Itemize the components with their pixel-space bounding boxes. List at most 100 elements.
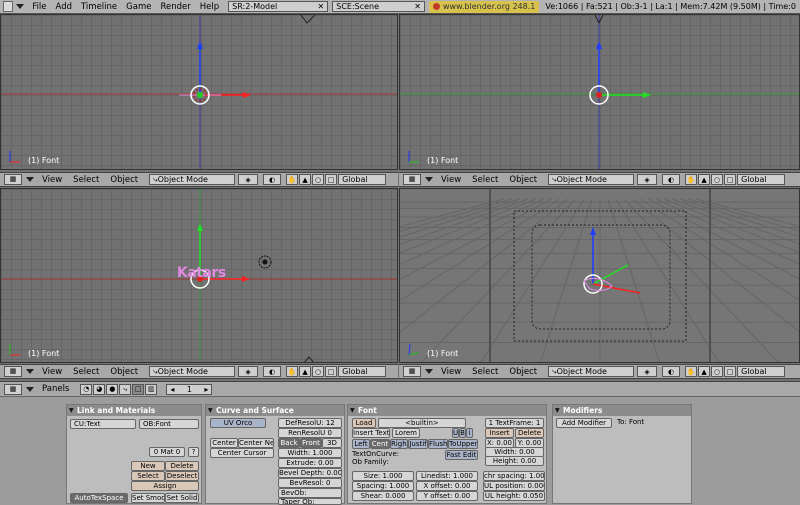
window-type-icon[interactable]: ▦ bbox=[403, 174, 421, 185]
frame-height-field[interactable]: Height: 0.00 bbox=[485, 456, 544, 466]
collapse-menu-icon[interactable] bbox=[26, 369, 34, 374]
draw-type-icon[interactable]: ◈ bbox=[238, 174, 259, 185]
select-material-button[interactable]: Select bbox=[131, 471, 165, 481]
collapse-menu-icon[interactable] bbox=[425, 177, 433, 182]
mode-select[interactable]: ⤷ Object Mode bbox=[548, 366, 635, 377]
textframe-field[interactable]: 1 TextFrame: 1 bbox=[485, 418, 544, 428]
uv-orco-toggle[interactable]: UV Orco bbox=[210, 418, 266, 428]
insert-text-button[interactable]: Insert Text bbox=[352, 428, 390, 438]
material-help-button[interactable]: ? bbox=[188, 447, 199, 457]
object-name-field[interactable]: OB:Font bbox=[139, 419, 199, 429]
window-type-icon[interactable]: ▦ bbox=[4, 366, 22, 377]
translate-icon[interactable]: ▲ bbox=[299, 366, 312, 377]
align-justify-button[interactable]: Justif bbox=[408, 439, 428, 449]
delete-material-button[interactable]: Delete bbox=[165, 461, 199, 471]
menu-object[interactable]: Object bbox=[110, 367, 138, 377]
align-right-button[interactable]: Right bbox=[390, 439, 408, 449]
rotate-icon[interactable]: ○ bbox=[312, 366, 325, 377]
mode-select[interactable]: ⤷ Object Mode bbox=[548, 174, 635, 185]
hand-icon[interactable]: ✋ bbox=[685, 174, 698, 185]
bevresol-field[interactable]: BevResol: 0 bbox=[278, 478, 342, 488]
rotate-icon[interactable]: ○ bbox=[312, 174, 325, 185]
menu-view[interactable]: View bbox=[42, 367, 62, 377]
shear-field[interactable]: Shear: 0.000 bbox=[352, 491, 414, 501]
underline-toggle[interactable]: U bbox=[452, 428, 459, 438]
editing-context-icon[interactable]: □ bbox=[132, 383, 145, 395]
viewport-top-right[interactable]: (1) Font bbox=[399, 14, 800, 170]
viewport-top-left[interactable]: (1) Font bbox=[0, 14, 398, 170]
window-type-icon[interactable] bbox=[3, 1, 14, 12]
viewport-bottom-left[interactable]: Katars (1) Font bbox=[0, 188, 398, 363]
bold-toggle[interactable]: B bbox=[459, 428, 466, 438]
panels-label[interactable]: Panels bbox=[42, 384, 69, 394]
orientation-select[interactable]: Global bbox=[737, 366, 786, 377]
menu-help[interactable]: Help bbox=[200, 2, 219, 12]
taperob-field[interactable]: Taper Ob: bbox=[278, 498, 342, 505]
shading-context-icon[interactable]: ● bbox=[106, 383, 119, 395]
delete-frame-button[interactable]: Delete bbox=[515, 428, 544, 438]
translate-icon[interactable]: ▲ bbox=[299, 174, 312, 185]
to-upper-button[interactable]: ToUpper bbox=[448, 439, 478, 449]
curve-datablock-field[interactable]: CU:Text bbox=[70, 419, 136, 429]
orientation-select[interactable]: Global bbox=[737, 174, 786, 185]
menu-object[interactable]: Object bbox=[110, 175, 138, 185]
orientation-select[interactable]: Global bbox=[338, 174, 387, 185]
menu-select[interactable]: Select bbox=[73, 367, 99, 377]
font-select[interactable]: <builtin> bbox=[378, 418, 466, 428]
assign-material-button[interactable]: Assign bbox=[131, 481, 199, 491]
draw-type-icon[interactable]: ◈ bbox=[637, 366, 658, 377]
panel-title[interactable]: Link and Materials bbox=[67, 405, 201, 416]
set-smooth-button[interactable]: Set Smoo bbox=[131, 493, 165, 503]
menu-view[interactable]: View bbox=[441, 367, 461, 377]
align-left-button[interactable]: Left bbox=[352, 439, 370, 449]
scale-icon[interactable]: □ bbox=[724, 174, 737, 185]
menu-select[interactable]: Select bbox=[73, 175, 99, 185]
align-center-button[interactable]: Cent bbox=[370, 439, 390, 449]
screen-selector[interactable]: SR:2-Model ✕ bbox=[228, 1, 329, 12]
fast-edit-toggle[interactable]: Fast Edit bbox=[445, 450, 478, 460]
material-index-field[interactable]: 0 Mat 0 bbox=[149, 447, 185, 457]
pivot-icon[interactable]: ◐ bbox=[662, 174, 681, 185]
orientation-select[interactable]: Global bbox=[338, 366, 387, 377]
size-field[interactable]: Size: 1.000 bbox=[352, 471, 414, 481]
y-offset-field[interactable]: Y offset: 0.00 bbox=[416, 491, 478, 501]
ob-family-field[interactable]: Ob Family: bbox=[352, 458, 412, 468]
menu-view[interactable]: View bbox=[441, 175, 461, 185]
scene-context-icon[interactable]: ▥ bbox=[145, 383, 158, 395]
load-font-button[interactable]: Load bbox=[352, 418, 376, 428]
linedist-field[interactable]: Linedist: 1.000 bbox=[416, 471, 478, 481]
rotate-icon[interactable]: ○ bbox=[711, 174, 724, 185]
hand-icon[interactable]: ✋ bbox=[286, 174, 299, 185]
panel-title[interactable]: Font bbox=[348, 405, 546, 416]
add-modifier-button[interactable]: Add Modifier bbox=[556, 418, 612, 428]
back-toggle[interactable]: Back bbox=[278, 438, 300, 448]
menu-select[interactable]: Select bbox=[472, 367, 498, 377]
italic-toggle[interactable]: i bbox=[466, 428, 473, 438]
draw-type-icon[interactable]: ◈ bbox=[637, 174, 658, 185]
script-context-icon[interactable]: ◕ bbox=[93, 383, 106, 395]
x-offset-field[interactable]: X offset: 0.00 bbox=[416, 481, 478, 491]
viewport-bottom-right[interactable]: (1) Font bbox=[399, 188, 800, 363]
collapse-menu-icon[interactable] bbox=[16, 4, 25, 9]
hand-icon[interactable]: ✋ bbox=[685, 366, 698, 377]
menu-view[interactable]: View bbox=[42, 175, 62, 185]
lorem-button[interactable]: Lorem bbox=[392, 428, 420, 438]
pivot-icon[interactable]: ◐ bbox=[263, 174, 282, 185]
menu-render[interactable]: Render bbox=[160, 2, 190, 12]
menu-object[interactable]: Object bbox=[509, 367, 537, 377]
window-type-icon[interactable]: ▦ bbox=[4, 383, 22, 395]
next-arrow-icon[interactable]: ▸ bbox=[204, 385, 208, 394]
new-material-button[interactable]: New bbox=[131, 461, 165, 471]
translate-icon[interactable]: ▲ bbox=[698, 174, 711, 185]
width-field[interactable]: Width: 1.000 bbox=[278, 448, 342, 458]
pivot-icon[interactable]: ◐ bbox=[662, 366, 681, 377]
extrude-field[interactable]: Extrude: 0.00 bbox=[278, 458, 342, 468]
align-flush-button[interactable]: Flush bbox=[428, 439, 448, 449]
panel-title[interactable]: Modifiers bbox=[553, 405, 691, 416]
scale-icon[interactable]: □ bbox=[325, 174, 338, 185]
menu-game[interactable]: Game bbox=[126, 2, 151, 12]
pivot-icon[interactable]: ◐ bbox=[263, 366, 282, 377]
close-icon[interactable]: ✕ bbox=[318, 2, 325, 11]
spacing-field[interactable]: Spacing: 1.000 bbox=[352, 481, 414, 491]
close-icon[interactable]: ✕ bbox=[414, 2, 421, 11]
